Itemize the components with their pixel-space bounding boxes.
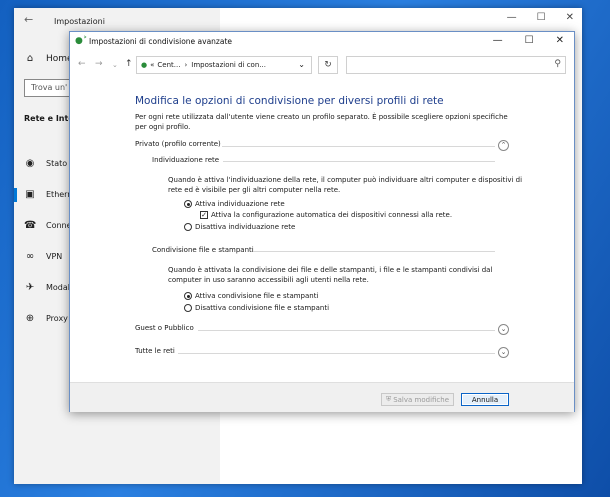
auto-config-checkbox[interactable]: ✓: [200, 211, 208, 219]
sidebar-item-modalita-aereo[interactable]: ✈ Modal: [14, 272, 74, 303]
divider: [178, 353, 495, 354]
breadcrumb-root[interactable]: Cent...: [157, 61, 180, 69]
close-icon[interactable]: ✕: [566, 12, 574, 23]
minimize-icon[interactable]: —: [507, 12, 517, 23]
ethernet-icon: ▣: [25, 189, 35, 200]
discovery-on-option[interactable]: Attiva individuazione rete: [184, 200, 285, 208]
profile-guest-header[interactable]: Guest o Pubblico: [135, 324, 194, 332]
dialog-window-controls: — ☐ ✕: [493, 35, 564, 46]
settings-nav: ◉ Stato ▣ Ethern ☎ Conne ∞ VPN ✈ Modal ⊕…: [14, 148, 74, 334]
home-icon: ⌂: [26, 53, 34, 64]
recent-chevron-icon[interactable]: ⌄: [112, 61, 118, 69]
back-arrow-icon[interactable]: ←: [24, 13, 33, 26]
settings-section-title: Rete e Inte: [24, 114, 74, 123]
discovery-off-radio[interactable]: [184, 223, 192, 231]
sidebar-item-stato[interactable]: ◉ Stato: [14, 148, 74, 179]
address-box[interactable]: ● « Cent... › Impostazioni di con... ⌄: [136, 56, 312, 74]
up-arrow-icon[interactable]: ↑: [125, 59, 133, 69]
sidebar-item-label: Modal: [46, 283, 70, 292]
overflow-chevron-icon: «: [150, 61, 155, 69]
divider: [253, 251, 495, 252]
profile-private-label: Privato (profilo corrente): [135, 140, 221, 148]
breadcrumb-separator-icon: ›: [184, 61, 188, 69]
sharing-on-radio[interactable]: [184, 292, 192, 300]
globe-stand-icon: ◉: [25, 158, 35, 169]
divider: [198, 330, 495, 331]
minimize-icon[interactable]: —: [493, 35, 503, 46]
sidebar-item-label: VPN: [46, 252, 63, 261]
maximize-icon[interactable]: ☐: [537, 12, 546, 23]
settings-window-controls: — ☐ ✕: [507, 12, 574, 23]
settings-home-item[interactable]: ⌂ Home: [24, 53, 73, 64]
dialup-icon: ☎: [24, 220, 37, 231]
page-title: Modifica le opzioni di condivisione per …: [135, 95, 444, 107]
globe-icon: ⊕: [25, 313, 35, 324]
network-sharing-icon: ●˃: [75, 36, 88, 46]
network-sharing-icon: ●: [141, 61, 148, 69]
divider: [223, 161, 495, 162]
search-placeholder: Trova un': [31, 83, 68, 92]
sharing-on-option[interactable]: Attiva condivisione file e stampanti: [184, 292, 318, 300]
airplane-icon: ✈: [25, 282, 35, 293]
sidebar-item-vpn[interactable]: ∞ VPN: [14, 241, 74, 272]
sidebar-item-label: Proxy: [46, 314, 68, 323]
sidebar-item-label: Stato: [46, 159, 68, 168]
discovery-section-label: Individuazione rete: [152, 156, 220, 164]
profile-all-header[interactable]: Tutte le reti: [135, 347, 175, 355]
chevron-down-icon[interactable]: ⌄: [298, 60, 305, 69]
cancel-label: Annulla: [471, 395, 499, 404]
sharing-on-label: Attiva condivisione file e stampanti: [195, 292, 319, 300]
discovery-on-radio[interactable]: [184, 200, 192, 208]
divider: [222, 146, 495, 147]
sidebar-item-label: Conne: [46, 221, 72, 230]
vpn-icon: ∞: [25, 251, 35, 262]
discovery-off-option[interactable]: Disattiva individuazione rete: [184, 223, 295, 231]
save-changes-label: Salva modifiche: [393, 395, 450, 404]
refresh-icon: ↻: [324, 60, 332, 70]
auto-config-label: Attiva la configurazione automatica dei …: [211, 211, 453, 219]
back-arrow-icon[interactable]: ←: [78, 59, 86, 69]
address-bar-row: ← → ⌄ ↑ ● « Cent... › Impostazioni di co…: [70, 54, 574, 76]
sharing-off-radio[interactable]: [184, 304, 192, 312]
profile-guest-label: Guest o Pubblico: [135, 324, 194, 332]
discovery-on-label: Attiva individuazione rete: [195, 200, 285, 208]
sidebar-item-proxy[interactable]: ⊕ Proxy: [14, 303, 74, 334]
breadcrumb-current[interactable]: Impostazioni di con...: [191, 61, 266, 69]
discovery-description: Quando è attiva l'individuazione della r…: [168, 176, 523, 194]
sharing-description: Quando è attivata la condivisione dei fi…: [168, 266, 493, 284]
search-input[interactable]: ⚲: [346, 56, 566, 74]
maximize-icon[interactable]: ☐: [525, 35, 534, 46]
profile-all-label: Tutte le reti: [135, 347, 175, 355]
settings-title: Impostazioni: [54, 17, 105, 26]
sharing-off-option[interactable]: Disattiva condivisione file e stampanti: [184, 304, 329, 312]
auto-config-option[interactable]: ✓ Attiva la configurazione automatica de…: [200, 211, 452, 219]
dialog-footer: ⛨ Salva modifiche Annulla: [70, 382, 574, 412]
advanced-sharing-dialog: ●˃ Impostazioni di condivisione avanzate…: [69, 31, 575, 412]
dialog-titlebar[interactable]: ●˃ Impostazioni di condivisione avanzate…: [70, 32, 574, 52]
sidebar-item-ethernet[interactable]: ▣ Ethern: [14, 179, 74, 210]
expand-chevron-icon[interactable]: ⌄: [498, 347, 509, 358]
refresh-button[interactable]: ↻: [318, 56, 338, 74]
sharing-section-label: Condivisione file e stampanti: [152, 246, 254, 254]
cancel-button[interactable]: Annulla: [461, 393, 509, 406]
expand-chevron-icon[interactable]: ⌄: [498, 324, 509, 335]
close-icon[interactable]: ✕: [556, 35, 564, 46]
save-changes-button[interactable]: ⛨ Salva modifiche: [381, 393, 454, 406]
sharing-off-label: Disattiva condivisione file e stampanti: [195, 304, 330, 312]
sidebar-item-connessione[interactable]: ☎ Conne: [14, 210, 74, 241]
profile-private-header[interactable]: Privato (profilo corrente): [135, 140, 221, 148]
shield-icon: ⛨: [385, 395, 392, 403]
dialog-content: Modifica le opzioni di condivisione per …: [70, 76, 574, 382]
intro-text: Per ogni rete utilizzata dall'utente vie…: [135, 113, 508, 131]
search-icon: ⚲: [554, 59, 561, 69]
discovery-off-label: Disattiva individuazione rete: [195, 223, 296, 231]
dialog-title: Impostazioni di condivisione avanzate: [89, 37, 233, 46]
collapse-chevron-icon[interactable]: ⌃: [498, 140, 509, 151]
forward-arrow-icon[interactable]: →: [95, 59, 103, 69]
